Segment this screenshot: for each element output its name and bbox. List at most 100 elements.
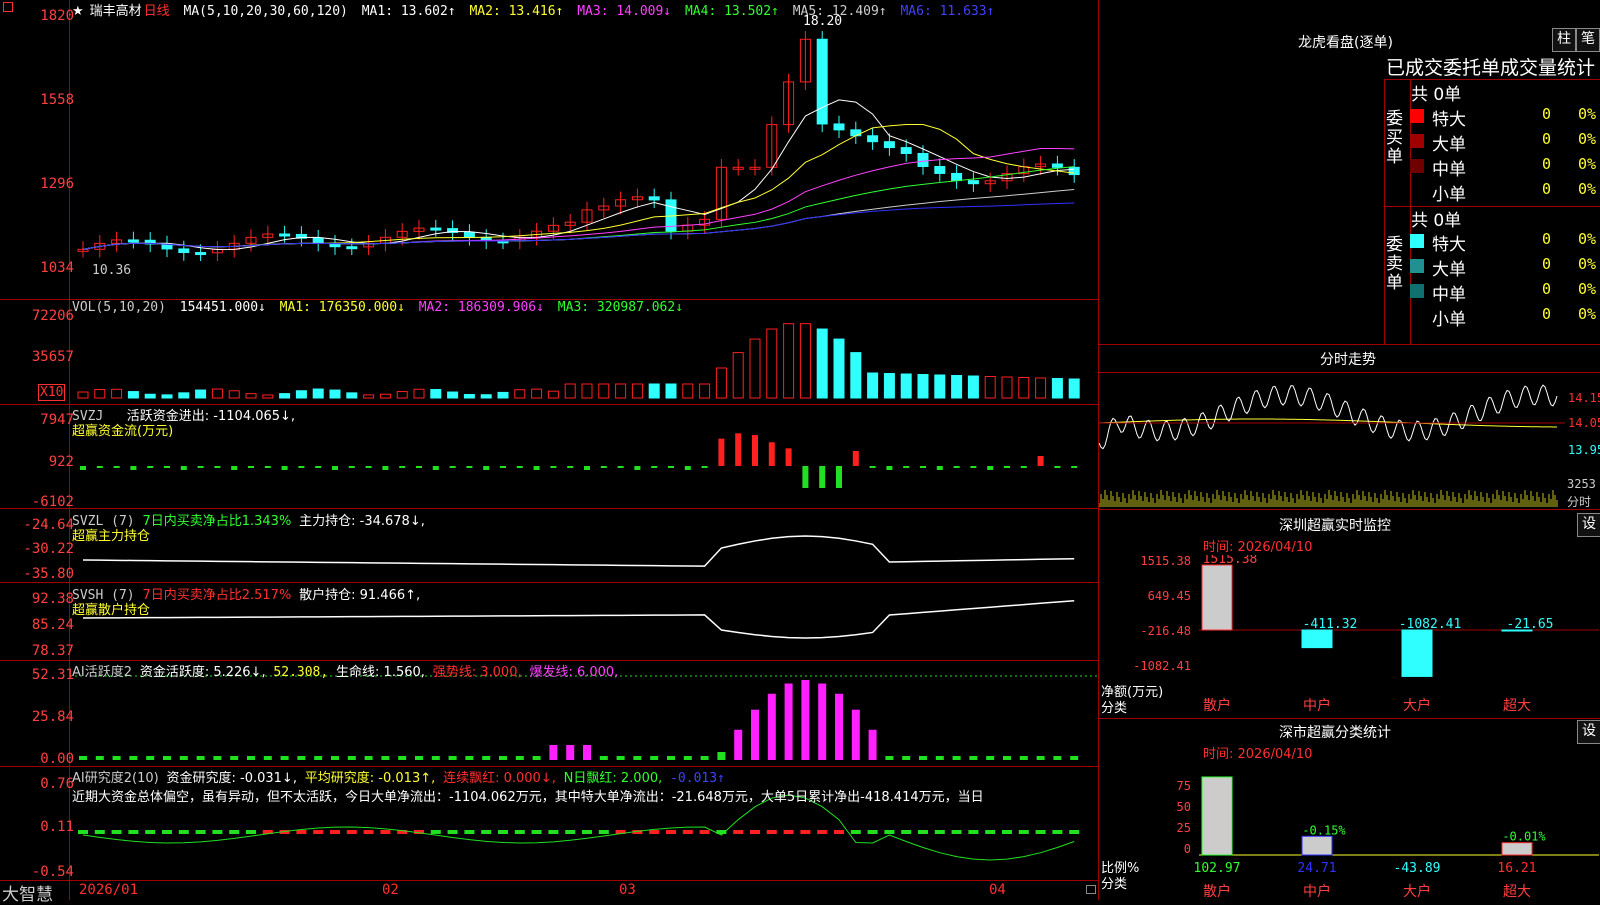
volume-bar <box>279 393 291 399</box>
monitor-y-label: 649.45 <box>1148 589 1191 603</box>
volume-bar <box>631 383 643 399</box>
bar-mode-button[interactable]: 柱 <box>1552 28 1576 52</box>
svsh-y-label: 92.38 <box>31 591 74 607</box>
activity-bar <box>95 756 104 760</box>
volume-bar <box>514 389 526 399</box>
fund-flow-bar <box>80 466 86 470</box>
svzj-y-label: -6102 <box>31 494 74 510</box>
volume-bar <box>598 383 610 399</box>
buy-order-count: 0 <box>1542 105 1552 123</box>
sell-order-name: 特大 <box>1432 235 1466 255</box>
research-bar <box>212 830 223 834</box>
stats-bar-value: 24.71 <box>1297 861 1336 876</box>
research-bar <box>447 830 458 834</box>
buy-order-count: 0 <box>1542 180 1552 198</box>
high-price-mark: 18.20 <box>803 14 843 29</box>
tick-mode-button[interactable]: 笔 <box>1576 28 1600 52</box>
volume-bar <box>497 391 509 399</box>
minute-price-line <box>1099 384 1558 450</box>
fund-flow-bar <box>768 442 775 466</box>
sell-order-pct: 0% <box>1578 305 1597 323</box>
volume-bar <box>363 394 375 399</box>
activity-bar <box>314 756 323 760</box>
vol-value: 154451.000↓ <box>179 300 266 315</box>
monitor-category: 散户 <box>1203 697 1231 714</box>
fund-flow-bar <box>197 466 204 468</box>
ai1-v3: 生命线: 1.560, <box>336 665 425 680</box>
volume-bar <box>883 373 895 399</box>
sell-order-swatch <box>1410 234 1424 248</box>
research-bar <box>666 830 676 834</box>
volume-bar <box>682 383 694 399</box>
vol-ma2: MA2: 186309.906↓ <box>418 300 544 315</box>
volume-bar <box>111 388 123 399</box>
corner-icon[interactable] <box>3 2 13 12</box>
research-bar <box>918 830 928 834</box>
sell-order-row: 小单 0 0% <box>1408 305 1600 330</box>
activity-bar <box>734 729 743 760</box>
fund-flow-bar <box>1054 466 1061 468</box>
research-bar <box>531 830 542 834</box>
activity-bar <box>952 756 961 760</box>
stats-bar-value: 102.97 <box>1194 861 1241 876</box>
activity-bar <box>465 756 474 760</box>
volume-bar <box>144 393 156 399</box>
monitor-y-label: 1515.38 <box>1140 555 1191 568</box>
brand-logo: 大智慧 <box>2 885 53 905</box>
ai1-title: 资金活跃度: 5.226↓, <box>139 665 266 680</box>
fund-flow-bar <box>214 466 221 468</box>
main-y-label: 1558 <box>40 92 74 108</box>
candle <box>312 237 324 244</box>
activity-bar <box>381 756 390 760</box>
period-label[interactable]: 日线 <box>144 4 170 19</box>
svsh-y-label: 78.37 <box>31 643 74 659</box>
stats-bar-value: 16.21 <box>1497 861 1536 876</box>
vol-legend: VOL(5,10,20) 154451.000↓ MA1: 176350.000… <box>72 300 689 315</box>
svzl-subtitle: 超赢主力持仓 <box>72 529 151 544</box>
activity-bar <box>801 680 810 760</box>
research-bar <box>582 830 592 834</box>
buy-total: 共 0单 <box>1411 85 1462 105</box>
sell-order-pct: 0% <box>1578 255 1597 273</box>
fund-flow-bar <box>365 466 372 468</box>
candle <box>1051 163 1063 168</box>
stats-category: 大户 <box>1403 883 1431 900</box>
activity-bar <box>515 756 524 760</box>
sell-order-count: 0 <box>1542 255 1552 273</box>
volume-bar <box>329 389 341 399</box>
candle <box>195 252 207 256</box>
svsh-ratio: 7日内买卖净占比2.517% <box>142 588 292 603</box>
monitor-settings-button[interactable]: 设 <box>1577 513 1600 537</box>
activity-bar <box>1053 756 1062 760</box>
stats-title: 深市超赢分类统计 <box>1279 725 1391 741</box>
svzj-y-label: 7947 <box>40 412 74 428</box>
stats-settings-button[interactable]: 设 <box>1577 720 1600 744</box>
fund-flow-bar <box>886 466 893 470</box>
monitor-y-label: -216.48 <box>1140 624 1191 638</box>
research-bar <box>985 830 996 834</box>
activity-bar <box>667 756 675 760</box>
research-bar <box>162 830 172 834</box>
research-bar <box>934 830 945 834</box>
svzl-ratio: 7日内买卖净占比1.343% <box>142 514 292 529</box>
research-bar <box>330 830 340 834</box>
research-bar <box>598 830 609 834</box>
volume-bar <box>178 392 190 399</box>
candle <box>951 172 963 182</box>
activity-bar <box>415 756 423 760</box>
research-bar <box>78 830 88 834</box>
activity-bar <box>851 709 860 760</box>
activity-bar <box>280 756 289 760</box>
fund-flow-bar <box>836 466 842 488</box>
ai2-title: 资金研究度: -0.031↓, <box>166 771 297 786</box>
volume-bar <box>1051 378 1063 399</box>
buy-order-name: 小单 <box>1432 185 1466 205</box>
volume-bar <box>984 376 996 399</box>
stock-name: 瑞丰高材 <box>89 4 142 19</box>
ai1-y-label: 52.31 <box>31 667 74 683</box>
volume-bar <box>430 388 442 399</box>
lock-icon[interactable] <box>1086 885 1096 894</box>
fund-flow-bar <box>735 433 742 466</box>
minute-y-label: 13.95 <box>1568 443 1600 457</box>
research-bar <box>884 830 895 834</box>
